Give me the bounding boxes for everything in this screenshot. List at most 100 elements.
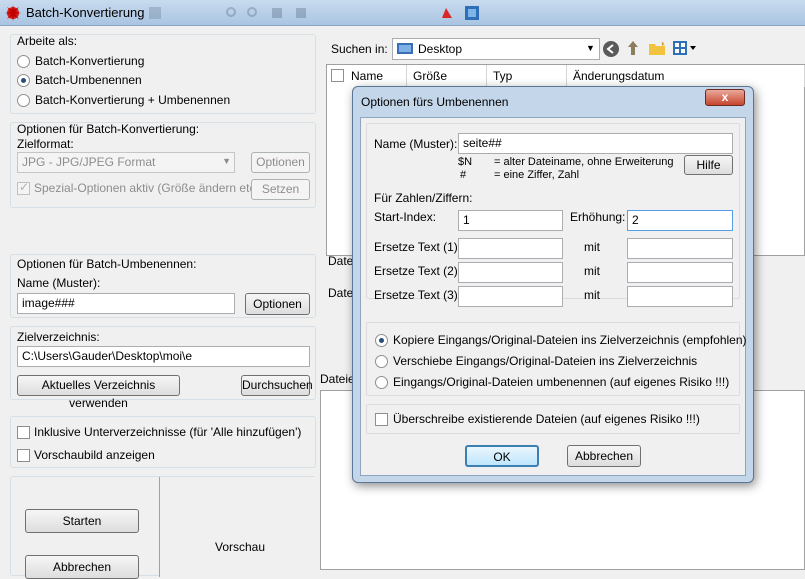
- special-options-label: Spezial-Optionen aktiv (Größe ändern etc…: [34, 181, 263, 195]
- replace-row-2-label: Ersetze Text (2):: [374, 264, 462, 278]
- column-header-name[interactable]: Name: [327, 65, 407, 87]
- overwrite-label[interactable]: Überschreibe existierende Dateien (auf e…: [393, 412, 700, 426]
- file-mode-group: Kopiere Eingangs/Original-Dateien ins Zi…: [366, 322, 747, 396]
- help-n-text: = alter Dateiname, ohne Erweiterung: [494, 156, 674, 168]
- location-select[interactable]: Desktop ▼: [392, 38, 600, 60]
- convert-options-label: Optionen für Batch-Konvertierung:: [17, 122, 200, 136]
- radio-rename-originals[interactable]: [375, 376, 388, 389]
- rename-options-button[interactable]: Optionen: [245, 293, 310, 315]
- column-header-size[interactable]: Größe: [407, 65, 487, 87]
- target-dir-group: Zielverzeichnis: C:\Users\Gauder\Desktop…: [10, 326, 316, 410]
- pattern-name-input[interactable]: seite##: [458, 133, 733, 154]
- use-current-dir-button[interactable]: Aktuelles Verzeichnis verwenden: [17, 375, 180, 410]
- target-format-label: Zielformat:: [17, 137, 74, 151]
- select-all-checkbox[interactable]: [331, 69, 344, 82]
- radio-copy-files[interactable]: [375, 334, 388, 347]
- set-button[interactable]: Setzen: [251, 179, 310, 200]
- chevron-down-icon: ▼: [222, 156, 231, 166]
- replace-row-2-with: mit: [584, 264, 600, 278]
- target-format-select[interactable]: JPG - JPG/JPEG Format ▼: [17, 152, 235, 173]
- search-in-label: Suchen in:: [331, 42, 388, 56]
- include-subdirs-label[interactable]: Inklusive Unterverzeichnisse (für 'Alle …: [34, 425, 301, 439]
- replace-row-3-from-input[interactable]: [458, 286, 563, 307]
- radio-batch-convert-label[interactable]: Batch-Konvertierung: [35, 54, 144, 68]
- rename-options-label: Optionen für Batch-Umbenennen:: [17, 257, 197, 271]
- toolbar-tool-icon[interactable]: [270, 6, 284, 20]
- toolbar-zoom-out-icon[interactable]: [246, 6, 260, 20]
- radio-move-files-label[interactable]: Verschiebe Eingangs/Original-Dateien ins…: [393, 354, 697, 368]
- help-button[interactable]: Hilfe: [684, 155, 733, 175]
- up-folder-icon[interactable]: [625, 39, 641, 57]
- column-name-label: Name: [351, 69, 384, 83]
- new-folder-icon[interactable]: [648, 40, 666, 56]
- pattern-group: Name (Muster): seite## $N = alter Datein…: [366, 123, 740, 307]
- replace-row-2-from-input[interactable]: [458, 262, 563, 283]
- show-preview-label[interactable]: Vorschaubild anzeigen: [34, 448, 155, 462]
- increment-input[interactable]: 2: [627, 210, 733, 231]
- radio-copy-files-label[interactable]: Kopiere Eingangs/Original-Dateien ins Zi…: [393, 333, 747, 347]
- radio-batch-convert-rename[interactable]: [17, 94, 30, 107]
- radio-rename-originals-label[interactable]: Eingangs/Original-Dateien umbenennen (au…: [393, 375, 729, 389]
- column-header-type[interactable]: Typ: [487, 65, 567, 87]
- start-button[interactable]: Starten: [25, 509, 139, 533]
- dialog-title: Optionen fürs Umbenennen: [361, 95, 509, 109]
- radio-batch-convert[interactable]: [17, 55, 30, 68]
- replace-row-3-label: Ersetze Text (3):: [374, 288, 462, 302]
- dialog-cancel-button[interactable]: Abbrechen: [567, 445, 641, 467]
- location-value: Desktop: [418, 42, 463, 56]
- rename-name-input[interactable]: image###: [17, 293, 235, 314]
- toolbar-image-icon[interactable]: [440, 6, 454, 20]
- title-bar: Batch-Konvertierung: [0, 0, 805, 26]
- overwrite-checkbox[interactable]: [375, 413, 388, 426]
- replace-row-1-from-input[interactable]: [458, 238, 563, 259]
- column-header-date[interactable]: Änderungsdatum: [567, 65, 805, 87]
- show-preview-checkbox[interactable]: [17, 449, 30, 462]
- replace-row-1-with: mit: [584, 240, 600, 254]
- replace-row-2-to-input[interactable]: [627, 262, 733, 283]
- toolbar-zoom-icon[interactable]: [225, 6, 239, 20]
- cancel-button[interactable]: Abbrechen: [25, 555, 139, 579]
- pattern-name-label: Name (Muster):: [374, 137, 458, 151]
- target-dir-input[interactable]: C:\Users\Gauder\Desktop\moi\e: [17, 346, 310, 367]
- dialog-close-button[interactable]: x: [705, 89, 745, 106]
- preview-pane: Vorschau: [159, 477, 317, 577]
- browse-button[interactable]: Durchsuchen: [241, 375, 313, 396]
- view-menu-icon[interactable]: [672, 40, 698, 56]
- left-panel: Arbeite als: Batch-Konvertierung Batch-U…: [0, 26, 322, 579]
- replace-row-1-label: Ersetze Text (1):: [374, 240, 462, 254]
- work-mode-group: Arbeite als: Batch-Konvertierung Batch-U…: [10, 34, 316, 114]
- radio-batch-convert-rename-label[interactable]: Batch-Konvertierung + Umbenennen: [35, 93, 230, 107]
- toolbar-save-icon[interactable]: [148, 6, 162, 20]
- rename-options-dialog: Optionen fürs Umbenennen x Name (Muster)…: [352, 86, 754, 483]
- checkmark-icon: ✓: [19, 180, 30, 194]
- actions-group: Starten Abbrechen Vorschau: [10, 476, 317, 579]
- rename-options-group: Optionen für Batch-Umbenennen: Name (Mus…: [10, 254, 316, 318]
- target-format-value: JPG - JPG/JPEG Format: [22, 155, 156, 169]
- target-dir-label: Zielverzeichnis:: [17, 330, 100, 344]
- increment-label: Erhöhung:: [570, 210, 626, 224]
- app-logo-icon: [5, 5, 21, 21]
- radio-move-files[interactable]: [375, 355, 388, 368]
- numbers-label: Für Zahlen/Ziffern:: [374, 191, 473, 205]
- radio-batch-rename-label[interactable]: Batch-Umbenennen: [35, 73, 142, 87]
- help-hash-text: = eine Ziffer, Zahl: [494, 169, 580, 181]
- include-subdirs-checkbox[interactable]: [17, 426, 30, 439]
- replace-row-1-to-input[interactable]: [627, 238, 733, 259]
- help-hash-key: #: [460, 169, 467, 181]
- close-icon: x: [721, 90, 729, 104]
- convert-options-group: Optionen für Batch-Konvertierung: Zielfo…: [10, 122, 316, 208]
- convert-options-button[interactable]: Optionen: [251, 152, 310, 173]
- ok-button[interactable]: OK: [465, 445, 539, 467]
- start-index-label: Start-Index:: [374, 210, 437, 224]
- view-options-group: Inklusive Unterverzeichnisse (für 'Alle …: [10, 416, 316, 468]
- toolbar-tool2-icon[interactable]: [294, 6, 308, 20]
- toolbar-fullscreen-icon[interactable]: [464, 5, 480, 21]
- back-icon[interactable]: [602, 40, 620, 58]
- replace-row-3-with: mit: [584, 288, 600, 302]
- radio-batch-rename[interactable]: [17, 74, 30, 87]
- work-mode-label: Arbeite als:: [17, 34, 78, 48]
- desktop-icon: [397, 43, 413, 54]
- special-options-checkbox[interactable]: ✓: [17, 180, 30, 195]
- replace-row-3-to-input[interactable]: [627, 286, 733, 307]
- start-index-input[interactable]: 1: [458, 210, 563, 231]
